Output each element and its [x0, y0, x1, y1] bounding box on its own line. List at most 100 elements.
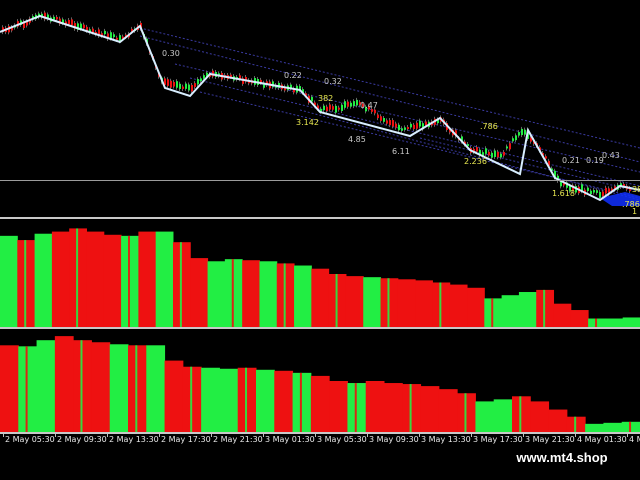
histogram-stripe [543, 289, 546, 327]
candle-body [353, 101, 355, 107]
candle-body [203, 75, 205, 79]
histogram-bar [51, 231, 70, 327]
pane-separator[interactable] [0, 327, 640, 329]
histogram-stripe [25, 346, 28, 432]
histogram-stripe [76, 228, 79, 327]
candle-body [491, 152, 493, 158]
candle-body [332, 106, 334, 110]
candle-body [380, 116, 382, 121]
histogram-bar [603, 422, 623, 432]
histogram-bar [237, 367, 257, 432]
candle-body [593, 190, 595, 193]
candle-body [413, 124, 415, 130]
candle-body [602, 191, 604, 197]
histogram-bar [475, 401, 495, 432]
candle-body [599, 191, 601, 199]
histogram-stripe [190, 366, 193, 432]
fib-level-label: 0.47 [360, 101, 378, 110]
time-tick [523, 434, 524, 437]
candle-body [110, 32, 112, 39]
fib-level-label: .786 [622, 200, 640, 209]
current-price-line [0, 180, 640, 181]
candle-body [410, 123, 412, 128]
candle-body [545, 156, 547, 159]
candle-body [407, 127, 409, 130]
histogram-bar [347, 383, 367, 432]
histogram-stripe [128, 235, 130, 327]
histogram-bar [190, 258, 209, 327]
time-tick [471, 434, 472, 437]
price-chart[interactable]: 0.30 0.22 0.32 382 0.47 3.142 4.85 6.11 .786 2.23… [0, 0, 640, 217]
histogram-stripe [24, 240, 27, 327]
histogram-bar [512, 396, 531, 432]
histogram-stripe [245, 367, 248, 432]
histogram-bar [274, 370, 294, 432]
candle-body [104, 30, 106, 35]
histogram-stripe [519, 396, 522, 432]
histogram-bar [530, 401, 550, 432]
indicator-1-histogram [0, 228, 640, 327]
fib-level-label: .786 [480, 122, 498, 131]
candle-body [497, 151, 499, 158]
histogram-bar [457, 393, 476, 432]
time-axis-label: 3 May 01:30 [265, 435, 315, 444]
time-axis-label: 4 M [629, 435, 640, 444]
histogram-stripe [464, 393, 467, 432]
time-axis-label: 2 May 17:30 [161, 435, 211, 444]
histogram-bar [365, 381, 385, 432]
fib-level-label: 0.30 [162, 49, 180, 58]
indicator-pane-1[interactable] [0, 221, 640, 327]
candle-body [329, 104, 331, 110]
histogram-bar [109, 344, 129, 432]
histogram-bar [402, 384, 422, 432]
time-tick [575, 434, 576, 437]
fib-level-label: 0.32 [324, 77, 342, 86]
histogram-stripe [80, 340, 83, 432]
histogram-bar [384, 383, 403, 432]
histogram-bar [310, 375, 330, 432]
histogram-stripe [409, 384, 412, 432]
candle-body [392, 120, 394, 127]
histogram-stripe [231, 259, 234, 327]
candle-body [521, 128, 523, 136]
histogram-bar [449, 284, 468, 327]
time-axis-label: 4 May 01:30 [577, 435, 627, 444]
histogram-bar [518, 292, 537, 327]
pane-separator[interactable] [0, 217, 640, 219]
histogram-bar [155, 231, 174, 327]
candle-body [80, 23, 82, 29]
fib-level-label: 0.22 [284, 71, 302, 80]
time-tick [211, 434, 212, 437]
time-axis-label: 2 May 05:30 [5, 435, 55, 444]
candle-body [506, 146, 508, 149]
candle-body [503, 152, 505, 156]
histogram-stripe [354, 383, 357, 432]
candle-body [605, 187, 607, 194]
histogram-bar [420, 386, 440, 432]
histogram-bar [259, 261, 278, 327]
fib-level-label: 3.142 [296, 118, 319, 127]
fib-level-label: 38 [632, 185, 640, 194]
time-axis-label: 3 May 17:30 [473, 435, 523, 444]
histogram-bar [438, 389, 458, 432]
candle-body [395, 123, 397, 128]
histogram-bar [363, 277, 382, 327]
candle-body [182, 86, 184, 89]
candle-body [419, 120, 421, 127]
time-tick [419, 434, 420, 437]
candle-body [230, 74, 232, 77]
candle-body [383, 118, 385, 122]
histogram-stripe [439, 282, 442, 327]
candle-body [587, 187, 589, 191]
histogram-stripe [179, 242, 182, 327]
candle-body [344, 101, 346, 108]
histogram-bar [493, 399, 513, 432]
channel-line [139, 35, 640, 163]
indicator-pane-2[interactable] [0, 330, 640, 432]
histogram-bar [242, 260, 260, 327]
price-chart-pane[interactable]: 0.30 0.22 0.32 382 0.47 3.142 4.85 6.11 .786 2.23… [0, 0, 640, 217]
histogram-bar [622, 317, 640, 327]
candle-body [596, 190, 598, 193]
histogram-bar [467, 287, 485, 327]
candle-body [200, 78, 202, 82]
